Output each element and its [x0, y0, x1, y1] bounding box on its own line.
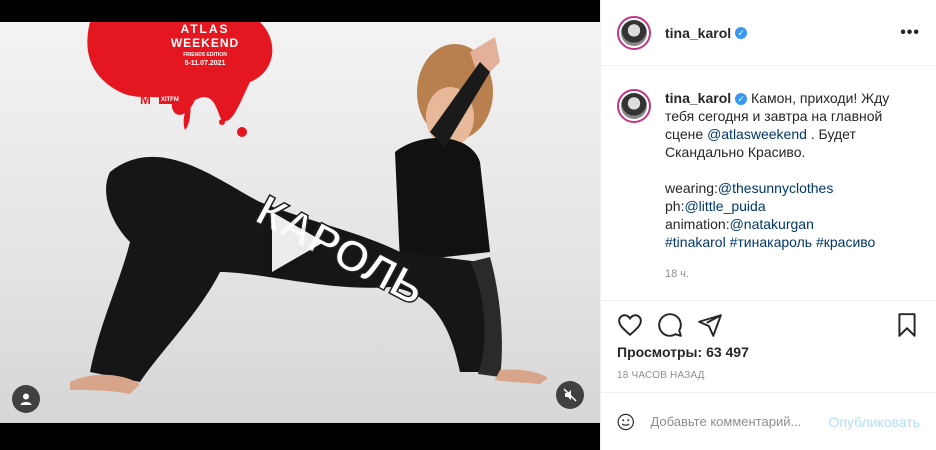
wearing-label: wearing: [665, 180, 718, 196]
hashtag-tinakarol[interactable]: #tinakarol [665, 234, 726, 250]
share-icon[interactable] [697, 312, 723, 338]
mute-button[interactable] [556, 381, 584, 409]
mention-little-puida[interactable]: @little_puida [684, 198, 765, 214]
caption-verified-badge-icon: ✓ [735, 93, 748, 105]
views-label: Просмотры: [617, 344, 703, 360]
radio-logo: M ХІТFM [140, 92, 181, 107]
m-logo-icon: M [140, 92, 151, 107]
tagged-users-button[interactable] [12, 385, 40, 413]
action-bar [601, 300, 936, 348]
caption-avatar[interactable] [617, 89, 651, 123]
festival-name-line2: WEEKEND [170, 36, 240, 50]
post-media[interactable]: КАРОЛЬ ATLAS WEEKEND FRIENDS EDITION 5-1… [0, 0, 600, 450]
comment-bar: Опубликовать [601, 392, 936, 450]
publish-button[interactable]: Опубликовать [828, 414, 920, 430]
caption-text: tina_karol ✓ Камон, приходи! Жду тебя сег… [665, 89, 905, 293]
play-icon[interactable] [272, 212, 324, 272]
comment-input[interactable] [648, 413, 829, 430]
muted-speaker-icon [563, 388, 577, 402]
festival-edition: FRIENDS EDITION [183, 52, 227, 58]
post-header: tina_karol ✓ ••• [601, 0, 936, 66]
caption-avatar-image [621, 93, 647, 119]
hashtag-tinakarol-cyrillic[interactable]: #тинакароль [730, 234, 812, 250]
mention-thesunnyclothes[interactable]: @thesunnyclothes [718, 180, 833, 196]
festival-logo: ATLAS WEEKEND FRIENDS EDITION 5-11.07.20… [150, 22, 260, 67]
avatar[interactable] [617, 15, 651, 50]
header-username[interactable]: tina_karol [665, 25, 731, 41]
video-player[interactable]: КАРОЛЬ ATLAS WEEKEND FRIENDS EDITION 5-1… [0, 22, 600, 423]
comment-icon[interactable] [657, 312, 683, 338]
caption-username[interactable]: tina_karol [665, 90, 731, 106]
hashtag-krasivo[interactable]: #красиво [816, 234, 875, 250]
user-icon [20, 393, 32, 405]
festival-dates: 5-11.07.2021 [184, 60, 226, 67]
animation-label: animation: [665, 216, 730, 232]
verified-badge-icon: ✓ [735, 26, 748, 39]
save-bookmark-icon[interactable] [894, 312, 920, 338]
mention-natakurgan[interactable]: @natakurgan [730, 216, 814, 232]
ph-label: ph: [665, 198, 685, 214]
caption-area: tina_karol ✓ Камон, приходи! Жду тебя сег… [601, 67, 936, 293]
views-count[interactable]: Просмотры: 63 497 [617, 344, 749, 360]
festival-name-line1: ATLAS [180, 22, 230, 36]
radio-name: ХІТFM [158, 95, 181, 104]
post-sidebar: tina_karol ✓ ••• tina_karol ✓ Камон, прих… [600, 0, 936, 450]
mention-atlasweekend[interactable]: @atlasweekend [707, 126, 807, 142]
more-options-icon[interactable]: ••• [900, 24, 920, 42]
caption-time-ago[interactable]: 18 ч. [665, 265, 905, 283]
posted-time[interactable]: 18 ЧАСОВ НАЗАД [617, 370, 705, 381]
like-heart-icon[interactable] [617, 312, 643, 338]
avatar-image [621, 19, 647, 46]
emoji-icon[interactable] [617, 410, 634, 434]
views-value: 63 497 [706, 344, 749, 360]
